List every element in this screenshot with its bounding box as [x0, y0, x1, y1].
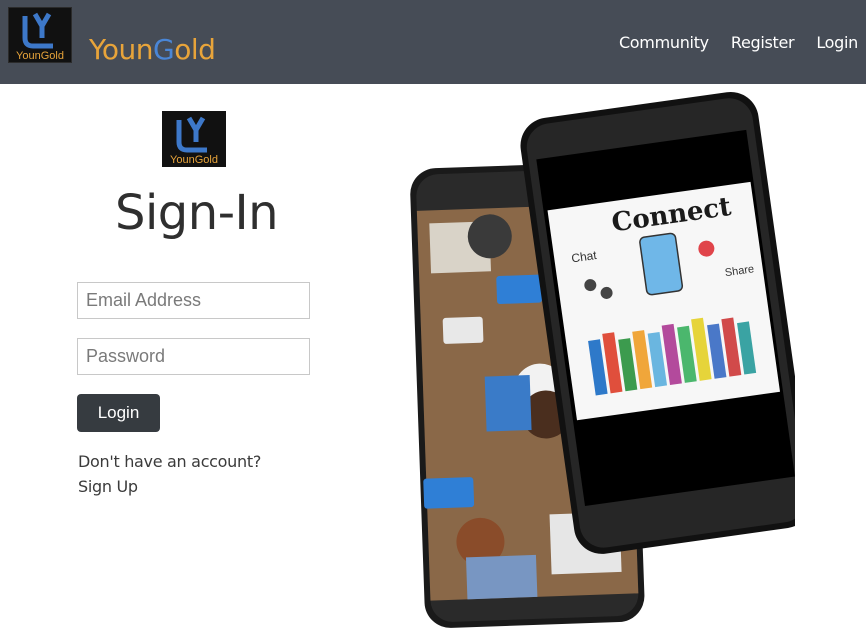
email-field[interactable] [77, 282, 310, 319]
password-field[interactable] [77, 338, 310, 375]
youngold-logo[interactable]: YounGold [8, 7, 72, 63]
signup-prompt: Don't have an account? [78, 452, 262, 471]
nav-community-link[interactable]: Community [619, 33, 709, 52]
page-title: Sign-In [115, 185, 279, 241]
brand-name[interactable]: YounGold [89, 33, 216, 66]
form-logo: YounGold [162, 111, 226, 167]
nav-links: Community Register Login [619, 33, 858, 52]
signup-text: Don't have an account? Sign Up [78, 449, 298, 499]
login-button[interactable]: Login [77, 394, 160, 432]
phones-illustration: Connect Chat Share [405, 85, 813, 635]
top-navbar: YounGold YounGold Community Register Log… [0, 0, 866, 84]
svg-text:YounGold: YounGold [170, 154, 218, 166]
nav-register-link[interactable]: Register [731, 33, 795, 52]
svg-text:YounGold: YounGold [16, 50, 64, 62]
signup-link[interactable]: Sign Up [78, 477, 138, 496]
nav-login-link[interactable]: Login [816, 33, 858, 52]
